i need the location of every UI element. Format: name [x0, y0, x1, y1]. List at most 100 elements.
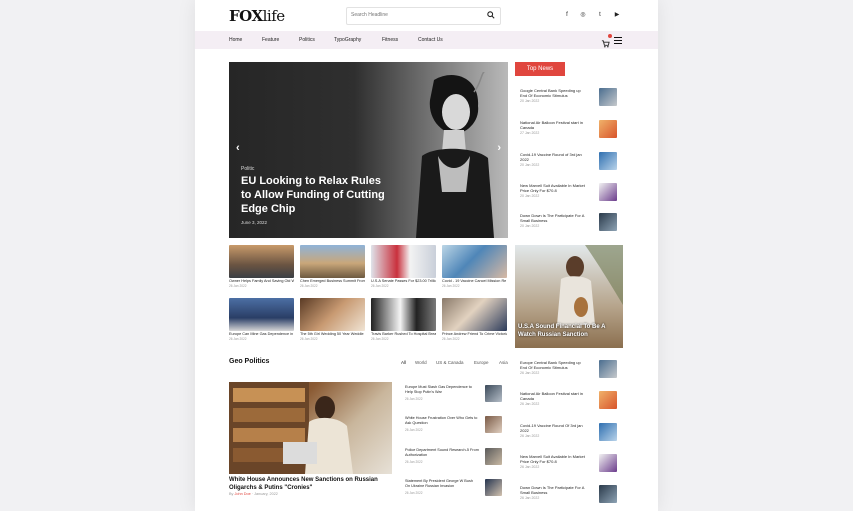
menu-icon[interactable]	[614, 37, 622, 44]
side-list-thumb[interactable]	[599, 423, 617, 441]
grid-news-card[interactable]: Prince Andrew Friend To Crime Victoria G…	[442, 298, 507, 341]
cart-icon[interactable]	[601, 34, 612, 48]
side-list-title[interactable]: New Marvell Suit Available In Market Pri…	[520, 454, 586, 464]
nav-typography[interactable]: TypoGraphy	[334, 37, 361, 43]
geo-tab-asia[interactable]: Asia	[499, 360, 508, 365]
geo-item-thumb[interactable]	[485, 385, 502, 402]
nav-home[interactable]: Home	[229, 37, 242, 43]
side-list-thumb[interactable]	[599, 360, 617, 378]
nav-politics[interactable]: Politics	[299, 37, 315, 43]
grid-news-image[interactable]	[300, 245, 365, 278]
geo-list-item[interactable]: White House Frustration Over Who Gets to…	[405, 416, 503, 438]
grid-news-image[interactable]	[300, 298, 365, 331]
grid-news-title[interactable]: Travis Barker Rushed To Hospital Break A…	[371, 332, 436, 337]
top-news-thumb[interactable]	[599, 88, 617, 106]
grid-news-image[interactable]	[229, 245, 294, 278]
twitter-icon[interactable]: t	[596, 11, 604, 19]
grid-news-title[interactable]: Covid - 19 Vaccine Cancel Mission Re Wav…	[442, 279, 507, 284]
grid-news-image[interactable]	[442, 245, 507, 278]
grid-news-image[interactable]	[442, 298, 507, 331]
side-list-title[interactable]: National Air Balloon Festival start in C…	[520, 391, 586, 401]
search-input[interactable]	[349, 9, 473, 21]
geo-item-thumb[interactable]	[485, 448, 502, 465]
side-list-item[interactable]: Covid-19 Vaccine Round Of 3rd jan 2022 2…	[520, 423, 618, 445]
hero-category[interactable]: Politic	[241, 166, 254, 172]
grid-news-title[interactable]: Owner Helps Family And Saving Old Wareho…	[229, 279, 294, 284]
site-logo[interactable]: FOXlife	[229, 7, 285, 25]
side-feature-card[interactable]: U.S.A Sound Financial To Be A Watch Russ…	[515, 245, 623, 348]
side-list-thumb[interactable]	[599, 454, 617, 472]
top-news-title[interactable]: Covid-19 Vaccine Round of 3rd jan 2022	[520, 152, 586, 162]
grid-news-image[interactable]	[229, 298, 294, 331]
youtube-icon[interactable]: ▶	[613, 11, 621, 19]
nav-fitness[interactable]: Fitness	[382, 37, 398, 43]
geo-tab-us-canada[interactable]: US & Canada	[436, 360, 464, 365]
top-news-item[interactable]: Google Central Bank Speeding up End Of E…	[520, 88, 618, 110]
nav-contact[interactable]: Contact Us	[418, 37, 443, 43]
geo-list-item[interactable]: Europe Must Slash Gas Dependence to Help…	[405, 385, 503, 407]
geo-feature-title[interactable]: White House Announces New Sanctions on R…	[229, 477, 399, 492]
top-news-thumb[interactable]	[599, 152, 617, 170]
grid-news-image[interactable]	[371, 245, 436, 278]
top-news-title[interactable]: Down Down Is The Participate For A Small…	[520, 213, 586, 223]
top-news-thumb[interactable]	[599, 183, 617, 201]
top-news-thumb[interactable]	[599, 120, 617, 138]
instagram-icon[interactable]: ◎	[579, 11, 587, 19]
geo-item-title[interactable]: White House Frustration Over Who Gets to…	[405, 416, 479, 425]
geo-item-title[interactable]: Police Department Sound Research-5 From …	[405, 448, 479, 457]
grid-news-card[interactable]: Europe Can Mine Gas Dependence in 2023 2…	[229, 298, 294, 341]
grid-news-title[interactable]: The 5th Girl Wedding 50 Year Weddle	[300, 332, 365, 337]
geo-list-item[interactable]: Statement By President George W Bush On …	[405, 479, 503, 501]
side-list-item[interactable]: Down Down Is The Participate For A Small…	[520, 485, 618, 507]
grid-news-card[interactable]: The 5th Girl Wedding 50 Year Weddle 26 J…	[300, 298, 365, 341]
geo-feature-image[interactable]	[229, 382, 392, 474]
grid-news-title[interactable]: Europe Can Mine Gas Dependence in 2023	[229, 332, 294, 337]
side-list-title[interactable]: Down Down Is The Participate For A Small…	[520, 485, 586, 495]
side-list-title[interactable]: Covid-19 Vaccine Round Of 3rd jan 2022	[520, 423, 586, 433]
top-news-item[interactable]: National Air Balloon Festival start in C…	[520, 120, 618, 142]
side-list-thumb[interactable]	[599, 485, 617, 503]
grid-news-card[interactable]: Covid - 19 Vaccine Cancel Mission Re Wav…	[442, 245, 507, 288]
nav-feature[interactable]: Feature	[262, 37, 279, 43]
top-news-item[interactable]: Covid-19 Vaccine Round of 3rd jan 2022 2…	[520, 152, 618, 174]
author-link[interactable]: John Doe	[235, 492, 251, 496]
geo-item-title[interactable]: Statement By President George W Bush On …	[405, 479, 479, 488]
top-news-thumb[interactable]	[599, 213, 617, 231]
grid-news-card[interactable]: Owner Helps Family And Saving Old Wareho…	[229, 245, 294, 288]
side-list-thumb[interactable]	[599, 391, 617, 409]
geo-list-item[interactable]: Police Department Sound Research-5 From …	[405, 448, 503, 470]
hero-next-arrow[interactable]: ›	[497, 142, 501, 154]
top-news-item[interactable]: New Marvell Suit Available In Market Pri…	[520, 183, 618, 205]
hero-prev-arrow[interactable]: ‹	[236, 142, 240, 154]
side-list-item[interactable]: National Air Balloon Festival start in C…	[520, 391, 618, 413]
top-news-item[interactable]: Down Down Is The Participate For A Small…	[520, 213, 618, 235]
side-feature-title[interactable]: U.S.A Sound Financial To Be A Watch Russ…	[518, 324, 614, 339]
section-title-geo-politics: Geo Politics	[229, 358, 270, 365]
geo-item-title[interactable]: Europe Must Slash Gas Dependence to Help…	[405, 385, 479, 394]
geo-tab-europe[interactable]: Europe	[474, 360, 489, 365]
grid-news-image[interactable]	[371, 298, 436, 331]
side-list-title[interactable]: Europe Central Bank Speeding up End Of E…	[520, 360, 586, 370]
grid-news-title[interactable]: U.S.A Senate Passes For $23.00 Trillion …	[371, 279, 436, 284]
top-news-title[interactable]: Google Central Bank Speeding up End Of E…	[520, 88, 586, 98]
geo-tab-all[interactable]: All	[401, 360, 406, 365]
search-icon[interactable]	[487, 11, 495, 19]
geo-tab-world[interactable]: World	[415, 360, 427, 365]
grid-news-title[interactable]: Prince Andrew Friend To Crime Victoria G…	[442, 332, 507, 337]
grid-news-card[interactable]: Travis Barker Rushed To Hospital Break A…	[371, 298, 436, 341]
side-list-item[interactable]: New Marvell Suit Available In Market Pri…	[520, 454, 618, 476]
side-list-date: 26 Jan 2022	[520, 465, 540, 469]
geo-item-thumb[interactable]	[485, 416, 502, 433]
top-news-date: 20 Jan 2022	[520, 99, 540, 103]
hero-photo	[416, 72, 494, 238]
grid-news-card[interactable]: Chen Emerged Business Summit From All Wo…	[300, 245, 365, 288]
grid-news-card[interactable]: U.S.A Senate Passes For $23.00 Trillion …	[371, 245, 436, 288]
top-news-title[interactable]: New Marvell Suit Available In Market Pri…	[520, 183, 586, 193]
grid-news-title[interactable]: Chen Emerged Business Summit From All Wo…	[300, 279, 365, 284]
top-news-title[interactable]: National Air Balloon Festival start in C…	[520, 120, 586, 130]
geo-item-thumb[interactable]	[485, 479, 502, 496]
facebook-icon[interactable]: f	[563, 11, 571, 19]
side-list-item[interactable]: Europe Central Bank Speeding up End Of E…	[520, 360, 618, 382]
hero-slider[interactable]: ‹ › Politic EU Looking to Relax Rules to…	[229, 62, 508, 238]
hero-title[interactable]: EU Looking to Relax Rules to Allow Fundi…	[241, 174, 391, 216]
